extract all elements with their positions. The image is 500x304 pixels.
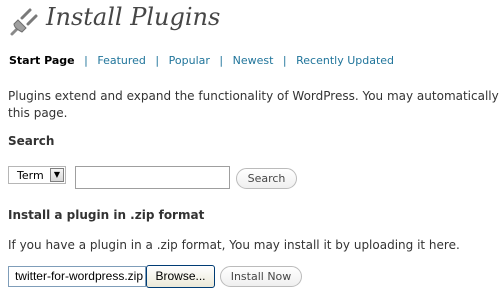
- search-term-input[interactable]: [75, 166, 230, 189]
- subnav-popular[interactable]: Popular: [169, 54, 210, 67]
- subnav-recently-updated[interactable]: Recently Updated: [296, 54, 394, 67]
- search-heading: Search: [8, 134, 55, 148]
- install-now-button[interactable]: Install Now: [220, 266, 302, 287]
- intro-line-2: this page.: [8, 106, 68, 120]
- search-type-select[interactable]: Term ▼: [8, 166, 66, 184]
- zip-heading: Install a plugin in .zip format: [8, 208, 205, 222]
- subnav-newest[interactable]: Newest: [233, 54, 274, 67]
- search-button[interactable]: Search: [236, 168, 297, 189]
- browse-button[interactable]: Browse...: [146, 265, 215, 288]
- subnav-separator: |: [219, 54, 224, 67]
- plugin-file-input[interactable]: twitter-for-wordpress.zip: [8, 266, 146, 287]
- search-type-value: Term: [17, 169, 44, 182]
- subnav-separator: |: [84, 54, 88, 67]
- plugin-plug-icon: [10, 8, 38, 36]
- subnav-separator: |: [282, 54, 287, 67]
- plugin-file-value: twitter-for-wordpress.zip: [14, 269, 143, 283]
- chevron-down-icon[interactable]: ▼: [50, 168, 64, 182]
- page-icon: [8, 6, 40, 38]
- page-title: Install Plugins: [46, 3, 221, 31]
- subnav-separator: |: [155, 54, 160, 67]
- zip-description: If you have a plugin in a .zip format, Y…: [8, 238, 460, 252]
- intro-text: Plugins extend and expand the functional…: [8, 88, 500, 122]
- subnav-start-page[interactable]: Start Page: [9, 54, 75, 67]
- intro-line-1: Plugins extend and expand the functional…: [8, 89, 500, 103]
- subnav-featured[interactable]: Featured: [97, 54, 146, 67]
- plugin-subnav: Start Page | Featured | Popular | Newest…: [9, 54, 394, 67]
